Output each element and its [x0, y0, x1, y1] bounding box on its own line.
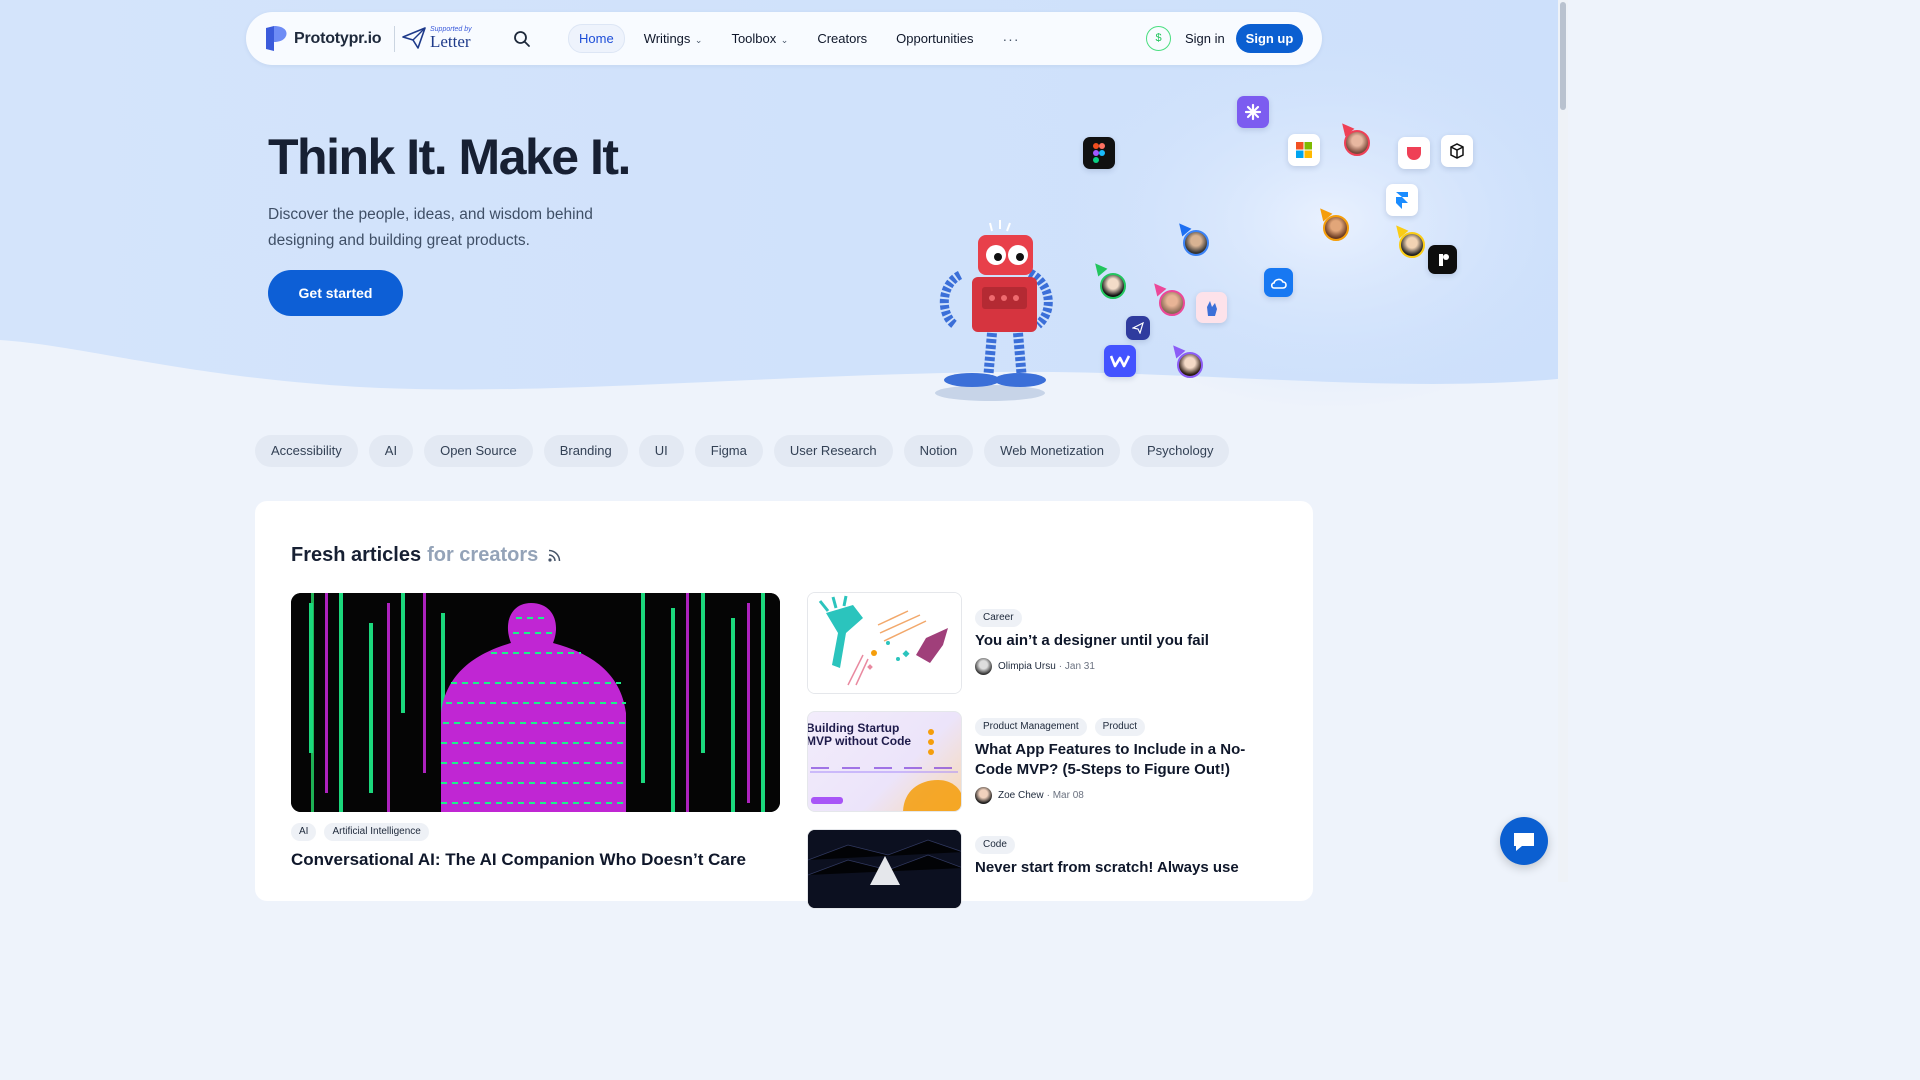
- chat-button[interactable]: [1500, 817, 1548, 865]
- web-monetization-icon[interactable]: $: [1146, 26, 1171, 51]
- article-thumbnail[interactable]: [807, 592, 962, 694]
- author-avatar: [975, 658, 992, 675]
- avatar: [1177, 352, 1203, 378]
- more-icon[interactable]: ···: [993, 25, 1030, 53]
- cloud-app-icon: [1264, 268, 1293, 297]
- section-title-muted: for creators: [427, 544, 539, 566]
- author-avatar: [975, 787, 992, 804]
- tag-career[interactable]: Career: [975, 609, 1022, 627]
- microsoft-icon: [1288, 134, 1320, 166]
- scrollbar[interactable]: [1558, 0, 1568, 882]
- author-name[interactable]: Olimpia Ursu: [998, 661, 1056, 672]
- pocket-icon: [1398, 137, 1430, 169]
- chip-web-monetization[interactable]: Web Monetization: [984, 435, 1120, 467]
- article-tags: Career: [975, 609, 1030, 627]
- avatar: [1323, 215, 1349, 241]
- chevron-down-icon: ⌄: [778, 35, 789, 45]
- featured-article-title[interactable]: Conversational AI: The AI Companion Who …: [291, 850, 746, 870]
- nav-creators[interactable]: Creators: [807, 25, 877, 52]
- signin-link[interactable]: Sign in: [1185, 31, 1225, 46]
- article-tags: Product Management Product: [975, 718, 1153, 736]
- logo-text: Prototypr.io: [294, 29, 382, 47]
- article-date: · Mar 08: [1046, 790, 1084, 801]
- tag-ai[interactable]: AI: [291, 823, 317, 841]
- featured-tags: AI Artificial Intelligence: [291, 823, 437, 841]
- asterisk-app-icon: [1237, 96, 1269, 128]
- telegram-icon: [1126, 316, 1150, 340]
- chat-icon: [1514, 833, 1534, 851]
- framer-icon: [1386, 184, 1418, 216]
- top-nav: Prototypr.io Supported by Letter Home Wr…: [246, 12, 1322, 65]
- article-date: · Jan 31: [1058, 661, 1095, 672]
- article-thumbnail[interactable]: [807, 829, 962, 909]
- chip-accessibility[interactable]: Accessibility: [255, 435, 358, 467]
- tag-artificial-intelligence[interactable]: Artificial Intelligence: [324, 823, 429, 841]
- hero-subtitle: Discover the people, ideas, and wisdom b…: [268, 206, 593, 249]
- chip-figma[interactable]: Figma: [694, 435, 763, 467]
- scrollbar-thumb[interactable]: [1560, 2, 1566, 110]
- avatar: [1183, 230, 1209, 256]
- rss-icon[interactable]: [548, 549, 561, 562]
- nav-links: Home Writings ⌄ Toolbox ⌄ Creators Oppor…: [568, 24, 1039, 53]
- chip-psychology[interactable]: Psychology: [1130, 435, 1230, 467]
- avatar: [1344, 130, 1370, 156]
- chevron-down-icon: ⌄: [692, 35, 703, 45]
- nav-writings[interactable]: Writings ⌄: [634, 25, 713, 52]
- hand-app-icon: [1196, 292, 1227, 323]
- article-title[interactable]: You ain’t a designer until you fail: [975, 631, 1265, 651]
- nav-toolbox[interactable]: Toolbox ⌄: [721, 25, 798, 52]
- sponsor-letter[interactable]: Supported by Letter: [402, 26, 472, 50]
- nav-home[interactable]: Home: [568, 24, 625, 53]
- dark-app-icon: [1428, 245, 1457, 274]
- hero-title: Think It. Make It.: [268, 129, 631, 185]
- chip-notion[interactable]: Notion: [903, 435, 974, 467]
- article-byline: Zoe Chew · Mar 08: [975, 787, 1084, 804]
- tag-product-management[interactable]: Product Management: [975, 718, 1087, 736]
- chip-branding[interactable]: Branding: [543, 435, 628, 467]
- site-logo[interactable]: Prototypr.io: [264, 25, 382, 52]
- avatar: [1100, 273, 1126, 299]
- sponsor-name: Letter: [430, 32, 471, 51]
- article-thumbnail[interactable]: Building Startup MVP without Code: [807, 711, 962, 812]
- search-icon[interactable]: [512, 29, 532, 49]
- author-name[interactable]: Zoe Chew: [998, 790, 1044, 801]
- webflow-icon: [1104, 345, 1136, 377]
- topic-chips: Accessibility AI Open Source Branding UI…: [255, 435, 1240, 467]
- featured-article-image[interactable]: [291, 593, 780, 812]
- avatar: [1399, 232, 1425, 258]
- chip-open-source[interactable]: Open Source: [424, 435, 533, 467]
- chip-ui[interactable]: UI: [638, 435, 684, 467]
- signup-button[interactable]: Sign up: [1236, 24, 1303, 53]
- chip-ai[interactable]: AI: [368, 435, 414, 467]
- box-icon: [1441, 135, 1473, 167]
- prototypr-logo-icon: [264, 25, 288, 52]
- articles-card: Fresh articles for creators AI Artificia…: [255, 501, 1313, 909]
- tag-code[interactable]: Code: [975, 836, 1015, 854]
- get-started-button[interactable]: Get started: [268, 270, 403, 316]
- paper-plane-icon: [402, 27, 426, 49]
- article-title[interactable]: What App Features to Include in a No-Cod…: [975, 740, 1265, 780]
- nav-opportunities[interactable]: Opportunities: [886, 25, 983, 52]
- figma-icon: [1083, 137, 1115, 169]
- article-tags: Code: [975, 836, 1023, 854]
- article-title[interactable]: Never start from scratch! Always use: [975, 858, 1265, 878]
- article-byline: Olimpia Ursu · Jan 31: [975, 658, 1095, 675]
- nav-divider: [394, 26, 395, 52]
- avatar: [1159, 290, 1185, 316]
- tag-product[interactable]: Product: [1094, 718, 1146, 736]
- chip-user-research[interactable]: User Research: [773, 435, 893, 467]
- section-title: Fresh articles for creators: [291, 544, 561, 567]
